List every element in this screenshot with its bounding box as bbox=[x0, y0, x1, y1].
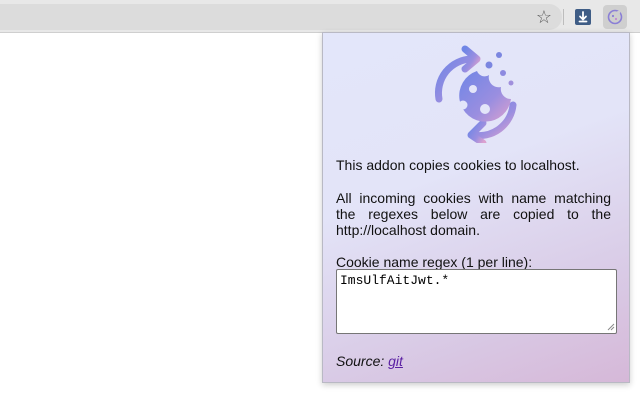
toolbar-divider bbox=[563, 9, 564, 25]
extension-popup: This addon copies cookies to localhost. … bbox=[322, 32, 630, 383]
regex-label: Cookie name regex (1 per line): bbox=[336, 254, 533, 270]
source-label: Source: bbox=[336, 353, 385, 369]
cookie-sync-icon bbox=[427, 43, 523, 147]
git-link[interactable]: git bbox=[388, 353, 403, 369]
resize-grip-icon[interactable] bbox=[607, 323, 615, 331]
browser-toolbar: ☆ bbox=[0, 0, 640, 33]
cookie-icon bbox=[607, 9, 623, 25]
download-extension-button[interactable] bbox=[571, 5, 595, 29]
regex-input[interactable]: ImsUlfAitJwt.* bbox=[336, 269, 617, 334]
intro-text: This addon copies cookies to localhost. bbox=[336, 157, 580, 173]
source-line: Source: git bbox=[336, 353, 403, 369]
star-icon[interactable]: ☆ bbox=[533, 4, 555, 30]
cookie-extension-button[interactable] bbox=[603, 5, 627, 29]
download-icon bbox=[575, 9, 591, 25]
description-text: All incoming cookies with name matching … bbox=[336, 190, 611, 238]
address-bar[interactable] bbox=[0, 4, 562, 30]
